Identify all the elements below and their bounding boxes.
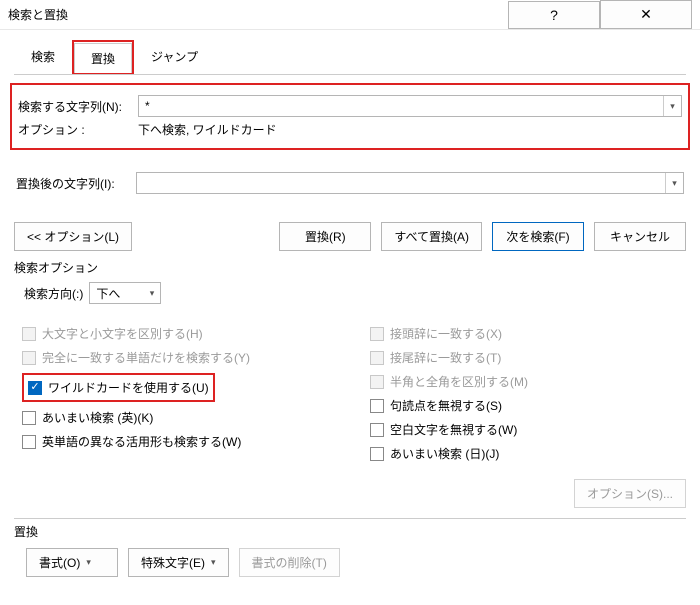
checkbox-sounds-like-en[interactable]: あいまい検索 (英)(K) <box>22 409 330 426</box>
checkbox-icon <box>22 435 36 449</box>
titlebar: 検索と置換 ? ✕ <box>0 0 700 30</box>
bottom-section: 置換 書式(O) ▾ 特殊文字(E) ▾ 書式の削除(T) <box>14 523 686 577</box>
checkbox-icon <box>22 351 36 365</box>
action-buttons: << オプション(L) 置換(R) すべて置換(A) 次を検索(F) キャンセル <box>14 222 686 251</box>
checkbox-icon <box>370 447 384 461</box>
search-options: 検索オプション 検索方向(:) 下へ ▾ 大文字と小文字を区別する(H) 完全に… <box>14 259 686 469</box>
checkbox-width: 半角と全角を区別する(M) <box>370 373 678 390</box>
chevron-down-icon[interactable]: ▾ <box>150 288 155 299</box>
highlight-wildcards: ワイルドカードを使用する(U) <box>22 373 215 402</box>
format-button[interactable]: 書式(O) ▾ <box>26 548 118 577</box>
window-title: 検索と置換 <box>8 6 508 23</box>
checkbox-icon <box>370 423 384 437</box>
checkbox-icon <box>370 351 384 365</box>
replace-section: 置換後の文字列(I): ▾ <box>14 166 686 200</box>
tab-goto[interactable]: ジャンプ <box>134 41 215 75</box>
chevron-down-icon[interactable]: ▾ <box>665 173 683 193</box>
checkbox-icon <box>370 399 384 413</box>
bottom-title: 置換 <box>14 523 686 540</box>
help-button[interactable]: ? <box>508 1 600 29</box>
no-format-button: 書式の削除(T) <box>239 548 340 577</box>
highlight-find-section: 検索する文字列(N): ▾ オプション : 下へ検索, ワイルドカード <box>10 83 690 150</box>
tab-find[interactable]: 検索 <box>14 41 72 75</box>
search-options-title: 検索オプション <box>14 259 686 276</box>
checkbox-icon <box>22 411 36 425</box>
find-options-label: オプション : <box>18 121 138 138</box>
checkbox-wildcards[interactable]: ワイルドカードを使用する(U) <box>28 379 209 396</box>
direction-label: 検索方向(:) <box>24 285 83 302</box>
chevron-down-icon: ▾ <box>211 557 216 568</box>
find-next-button[interactable]: 次を検索(F) <box>492 222 584 251</box>
special-button[interactable]: 特殊文字(E) ▾ <box>128 548 229 577</box>
replace-label: 置換後の文字列(I): <box>16 175 136 192</box>
less-options-button[interactable]: << オプション(L) <box>14 222 132 251</box>
replace-input[interactable] <box>137 173 665 193</box>
checkbox-icon <box>370 327 384 341</box>
checkbox-icon <box>22 327 36 341</box>
checkbox-prefix: 接頭辞に一致する(X) <box>370 325 678 342</box>
checkbox-whitespace[interactable]: 空白文字を無視する(W) <box>370 421 678 438</box>
close-button[interactable]: ✕ <box>600 0 692 29</box>
tabs: 検索 置換 ジャンプ <box>0 30 700 74</box>
replace-combo[interactable]: ▾ <box>136 172 684 194</box>
direction-select[interactable]: 下へ ▾ <box>89 282 161 304</box>
checkbox-suffix: 接尾辞に一致する(T) <box>370 349 678 366</box>
divider <box>14 518 686 519</box>
checkbox-match-case: 大文字と小文字を区別する(H) <box>22 325 330 342</box>
replace-button[interactable]: 置換(R) <box>279 222 371 251</box>
cancel-button[interactable]: キャンセル <box>594 222 686 251</box>
chevron-down-icon[interactable]: ▾ <box>663 96 681 116</box>
checkbox-checked-icon <box>28 381 42 395</box>
direction-value: 下へ <box>96 285 120 302</box>
options-s-button: オプション(S)... <box>574 479 686 508</box>
replace-all-button[interactable]: すべて置換(A) <box>381 222 482 251</box>
find-combo[interactable]: ▾ <box>138 95 682 117</box>
find-options-value: 下へ検索, ワイルドカード <box>138 121 277 138</box>
checkbox-word-forms[interactable]: 英単語の異なる活用形も検索する(W) <box>22 433 330 450</box>
find-label: 検索する文字列(N): <box>18 98 138 115</box>
chevron-down-icon: ▾ <box>86 557 91 568</box>
highlight-replace-tab: 置換 <box>72 40 134 74</box>
checkbox-sounds-like-jp[interactable]: あいまい検索 (日)(J) <box>370 445 678 462</box>
find-input[interactable] <box>139 96 663 116</box>
checkbox-punct[interactable]: 句読点を無視する(S) <box>370 397 678 414</box>
checkbox-whole-word: 完全に一致する単語だけを検索する(Y) <box>22 349 330 366</box>
tab-replace[interactable]: 置換 <box>74 43 132 73</box>
checkbox-icon <box>370 375 384 389</box>
